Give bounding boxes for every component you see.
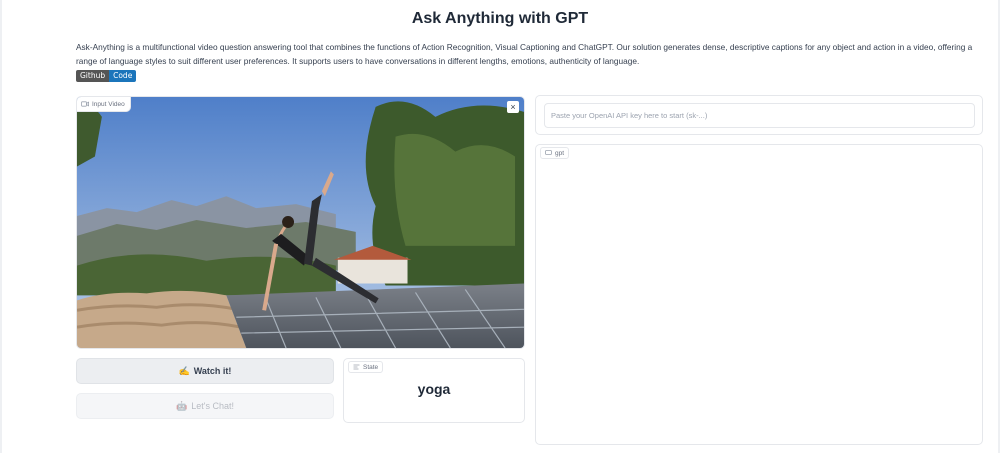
input-video-label-text: Input Video [92, 100, 125, 108]
page-title: Ask Anything with GPT [411, 10, 589, 27]
video-frame [77, 97, 524, 348]
github-badge[interactable]: Github Code [76, 70, 137, 82]
api-key-input[interactable] [544, 103, 975, 128]
state-label-text: State [363, 363, 379, 371]
watch-it-label: Watch it! [193, 366, 232, 376]
lets-chat-label: Let's Chat! [191, 401, 234, 411]
video-camera-icon [81, 101, 89, 107]
gpt-label: gpt [540, 147, 570, 159]
chat-bubble-icon [545, 150, 552, 155]
input-video-player[interactable]: Input Video × [76, 96, 525, 349]
state-label: State [348, 361, 384, 373]
app-description: Ask-Anything is a multifunctional video … [76, 42, 973, 66]
close-video-button[interactable]: × [507, 101, 519, 113]
lets-chat-button[interactable]: 🤖 Let's Chat! [76, 393, 334, 419]
code-badge-label: Code [109, 70, 137, 82]
watch-it-button[interactable]: ✍️ Watch it! [76, 358, 334, 384]
close-icon: × [510, 101, 516, 112]
input-video-label: Input Video [77, 97, 131, 112]
github-badge-label: Github [76, 70, 110, 82]
api-key-panel [535, 95, 983, 135]
textbox-icon [353, 364, 360, 370]
gpt-chatbot-panel[interactable]: gpt [535, 144, 983, 445]
gpt-label-text: gpt [555, 149, 565, 157]
robot-icon: 🤖 [176, 400, 188, 411]
state-panel: State yoga [343, 358, 525, 423]
writing-hand-icon: ✍️ [178, 365, 190, 376]
state-value: yoga [417, 381, 451, 397]
